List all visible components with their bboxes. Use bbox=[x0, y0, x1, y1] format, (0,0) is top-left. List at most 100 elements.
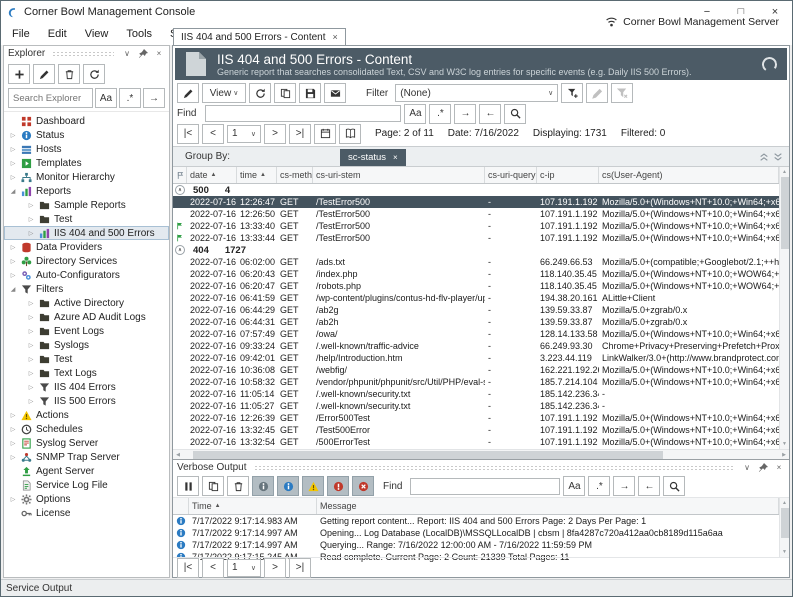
expander-icon[interactable]: ▷ bbox=[9, 426, 17, 433]
refresh-button[interactable] bbox=[249, 83, 271, 103]
table-row[interactable]: 2022-07-1612:26:47GET/TestError500-107.1… bbox=[173, 196, 779, 208]
tree-item-reports[interactable]: ◢Reports bbox=[4, 184, 169, 198]
menu-edit[interactable]: Edit bbox=[39, 25, 76, 43]
tree-item-auto-configurators[interactable]: ▷Auto-Configurators bbox=[4, 268, 169, 282]
group-chip-sc-status[interactable]: sc-status × bbox=[340, 149, 406, 166]
tree-item-directory-services[interactable]: ▷Directory Services bbox=[4, 254, 169, 268]
table-row[interactable]: 2022-07-1606:02:00GET/ads.txt-66.249.66.… bbox=[173, 256, 779, 268]
table-row[interactable]: 2022-07-1612:26:50GET/TestError500-107.1… bbox=[173, 208, 779, 220]
expander-icon[interactable]: ▷ bbox=[27, 216, 35, 223]
last-page-button[interactable]: >| bbox=[289, 124, 311, 144]
expander-icon[interactable]: ◢ bbox=[9, 188, 17, 195]
expand-all-icon[interactable] bbox=[773, 152, 783, 162]
table-row[interactable]: 2022-07-1606:44:31GET/ab2h-139.59.33.87M… bbox=[173, 316, 779, 328]
table-row[interactable]: 2022-07-1610:58:32GET/vendor/phpunit/php… bbox=[173, 376, 779, 388]
horizontal-scrollbar[interactable]: ◀ ▶ bbox=[173, 449, 789, 459]
log-row[interactable]: 7/17/2022 9:17:14.983 AMGetting report c… bbox=[173, 515, 779, 527]
menu-file[interactable]: File bbox=[3, 25, 39, 43]
tree-item-options[interactable]: ▷Options bbox=[4, 492, 169, 506]
tree-item-license[interactable]: License bbox=[4, 506, 169, 520]
view-dropdown-button[interactable]: View∨ bbox=[202, 83, 246, 103]
clear-filter-button[interactable] bbox=[611, 83, 633, 103]
table-row[interactable]: 2022-07-1612:26:39GET/Error500Test-107.1… bbox=[173, 412, 779, 424]
tree-item-schedules[interactable]: ▷Schedules bbox=[4, 422, 169, 436]
menu-view[interactable]: View bbox=[76, 25, 118, 43]
scroll-thumb[interactable] bbox=[781, 177, 789, 249]
table-row[interactable]: 2022-07-1606:20:47GET/robots.php-118.140… bbox=[173, 280, 779, 292]
tree-item-test[interactable]: ▷Test bbox=[4, 352, 169, 366]
table-row[interactable]: 2022-07-1613:32:54GET/500ErrorTest-107.1… bbox=[173, 436, 779, 448]
expander-icon[interactable]: ▷ bbox=[9, 454, 17, 461]
regex-button[interactable]: .* bbox=[429, 104, 451, 124]
collapse-group-button[interactable]: ∧ bbox=[175, 245, 185, 255]
tree-item-hosts[interactable]: ▷Hosts bbox=[4, 142, 169, 156]
tree-item-data-providers[interactable]: ▷Data Providers bbox=[4, 240, 169, 254]
tree-item-iis-404-and-500-errors[interactable]: ▷IIS 404 and 500 Errors bbox=[4, 226, 169, 240]
search-button[interactable] bbox=[504, 104, 526, 124]
expander-icon[interactable]: ▷ bbox=[27, 398, 35, 405]
match-case-button[interactable]: Aa bbox=[95, 88, 117, 108]
tree-item-snmp-trap-server[interactable]: ▷SNMP Trap Server bbox=[4, 450, 169, 464]
page-select[interactable]: 1∨ bbox=[227, 125, 261, 143]
find-next-button[interactable]: → bbox=[143, 88, 165, 108]
pause-button[interactable] bbox=[177, 476, 199, 496]
expander-icon[interactable]: ▷ bbox=[9, 174, 17, 181]
scroll-left-icon[interactable]: ◀ bbox=[173, 450, 183, 460]
edit-button[interactable] bbox=[33, 64, 55, 84]
expander-icon[interactable]: ▷ bbox=[27, 356, 35, 363]
last-page-button[interactable]: >| bbox=[289, 558, 311, 578]
table-row[interactable]: 2022-07-1607:57:49GET/owa/-128.14.133.58… bbox=[173, 328, 779, 340]
scroll-down-icon[interactable]: ▼ bbox=[780, 547, 789, 557]
scroll-up-icon[interactable]: ▲ bbox=[780, 167, 789, 177]
expander-icon[interactable]: ▷ bbox=[9, 272, 17, 279]
vertical-scrollbar[interactable]: ▲ ▼ bbox=[779, 167, 789, 449]
match-case-button[interactable]: Aa bbox=[563, 476, 585, 496]
table-row[interactable]: 2022-07-1611:05:27GET/.well-known/securi… bbox=[173, 400, 779, 412]
expander-icon[interactable]: ▷ bbox=[9, 258, 17, 265]
close-panel-icon[interactable]: × bbox=[153, 49, 165, 58]
table-row[interactable]: 2022-07-1609:42:01GET/help/Introduction.… bbox=[173, 352, 779, 364]
column-header-cs-user-agent[interactable]: cs(User-Agent) bbox=[599, 167, 779, 183]
edit-report-button[interactable] bbox=[177, 83, 199, 103]
scroll-right-icon[interactable]: ▶ bbox=[779, 450, 789, 460]
vertical-scrollbar[interactable]: ▲ ▼ bbox=[779, 498, 789, 557]
next-page-button[interactable]: > bbox=[264, 124, 286, 144]
tree-item-syslogs[interactable]: ▷Syslogs bbox=[4, 338, 169, 352]
expander-icon[interactable]: ◢ bbox=[9, 286, 17, 293]
find-prev-button[interactable]: ← bbox=[479, 104, 501, 124]
expander-icon[interactable]: ▷ bbox=[27, 370, 35, 377]
find-input[interactable] bbox=[205, 105, 401, 122]
first-page-button[interactable]: |< bbox=[177, 558, 199, 578]
table-row[interactable]: 2022-07-1613:33:44GET/TestError500-107.1… bbox=[173, 232, 779, 244]
prev-page-button[interactable]: < bbox=[202, 558, 224, 578]
find-next-button[interactable]: → bbox=[454, 104, 476, 124]
scroll-down-icon[interactable]: ▼ bbox=[780, 439, 789, 449]
column-header-cs-method[interactable]: cs-method bbox=[277, 167, 313, 183]
add-button[interactable] bbox=[8, 64, 30, 84]
expander-icon[interactable]: ▷ bbox=[9, 244, 17, 251]
flag-column-header[interactable] bbox=[173, 167, 187, 183]
find-prev-button[interactable]: ← bbox=[638, 476, 660, 496]
column-header-message[interactable]: Message bbox=[317, 498, 779, 514]
column-header-time[interactable]: time▲ bbox=[237, 167, 277, 183]
book-view-button[interactable] bbox=[339, 124, 361, 144]
tab-close-icon[interactable]: × bbox=[333, 32, 338, 42]
panel-grip[interactable] bbox=[52, 51, 114, 56]
tree-item-filters[interactable]: ◢Filters bbox=[4, 282, 169, 296]
scroll-thumb[interactable] bbox=[781, 508, 789, 538]
menu-tools[interactable]: Tools bbox=[117, 25, 161, 43]
page-select[interactable]: 1∨ bbox=[227, 559, 261, 577]
column-header-date[interactable]: date▲ bbox=[187, 167, 237, 183]
tree-item-status[interactable]: ▷Status bbox=[4, 128, 169, 142]
collapse-all-icon[interactable] bbox=[759, 152, 769, 162]
copy-button[interactable] bbox=[202, 476, 224, 496]
icon-column-header[interactable] bbox=[173, 498, 189, 514]
close-panel-icon[interactable]: × bbox=[773, 463, 785, 472]
search-button[interactable] bbox=[663, 476, 685, 496]
error-toggle-button[interactable] bbox=[327, 476, 349, 496]
tree-item-test[interactable]: ▷Test bbox=[4, 212, 169, 226]
scroll-thumb[interactable] bbox=[193, 451, 663, 459]
expander-icon[interactable]: ▷ bbox=[27, 230, 35, 237]
tree-item-azure-ad-audit-logs[interactable]: ▷Azure AD Audit Logs bbox=[4, 310, 169, 324]
verbose-toggle-button[interactable] bbox=[252, 476, 274, 496]
